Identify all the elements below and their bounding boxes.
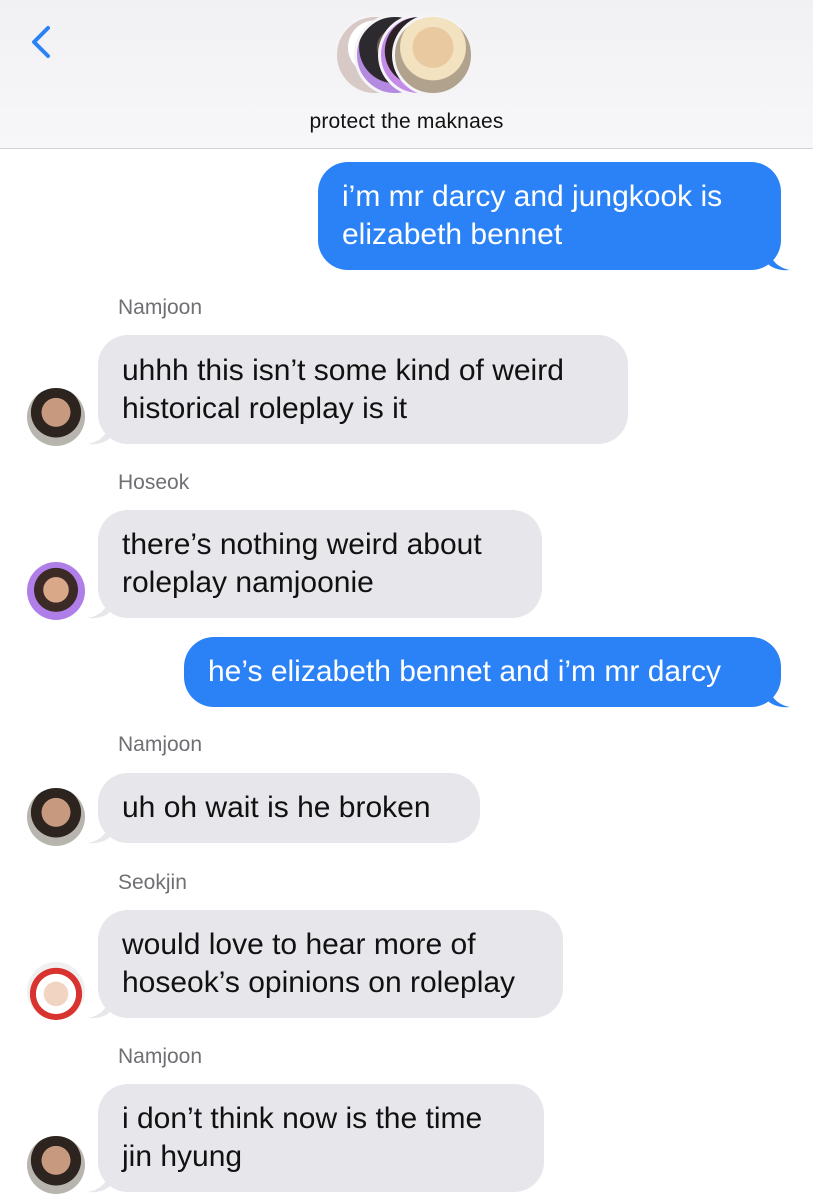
sender-name: Seokjin	[118, 871, 187, 894]
message-bubble-outgoing[interactable]: he’s elizabeth bennet and i’m mr darcy	[184, 637, 781, 707]
avatar-namjoon[interactable]	[27, 388, 85, 446]
bubble-tail	[768, 248, 790, 271]
message-text: elizabeth bennet	[342, 218, 563, 251]
avatar-namjoon[interactable]	[27, 1136, 85, 1194]
group-avatar-stack[interactable]	[334, 14, 480, 98]
message-text: jin hyung	[122, 1140, 243, 1173]
bubble-tail	[88, 596, 110, 619]
bubble-tail	[88, 1170, 110, 1193]
message-text: uh oh wait is he broken	[122, 791, 431, 824]
message-text: hoseok’s opinions on roleplay	[122, 966, 516, 999]
message-bubble-incoming[interactable]: there’s nothing weird about roleplay nam…	[98, 510, 542, 618]
bubble-tail	[88, 422, 110, 445]
message-text: roleplay namjoonie	[122, 566, 374, 599]
chat-header: protect the maknaes	[0, 0, 813, 149]
message-text: i’m mr darcy and jungkook is	[342, 180, 723, 213]
sender-name: Namjoon	[118, 733, 203, 756]
bubble-tail	[88, 996, 110, 1019]
message-bubble-incoming[interactable]: would love to hear more of hoseok’s opin…	[98, 910, 563, 1018]
avatar-namjoon[interactable]	[27, 788, 85, 846]
bubble-tail	[768, 685, 790, 708]
sender-name: Namjoon	[118, 296, 203, 319]
message-text: there’s nothing weird about	[122, 528, 482, 561]
message-bubble-incoming[interactable]: uh oh wait is he broken	[98, 773, 480, 843]
message-text: i don’t think now is the time	[122, 1102, 483, 1135]
message-text: would love to hear more of	[122, 928, 476, 961]
avatar-hoseok[interactable]	[27, 562, 85, 620]
sender-name: Hoseok	[118, 471, 190, 494]
message-bubble-outgoing[interactable]: i’m mr darcy and jungkook is elizabeth b…	[318, 162, 781, 270]
message-text: uhhh this isn’t some kind of weird	[122, 353, 564, 387]
back-chevron-icon[interactable]	[22, 22, 62, 62]
message-text: he’s elizabeth bennet and i’m mr darcy	[208, 655, 722, 688]
message-bubble-incoming[interactable]: i don’t think now is the time jin hyung	[98, 1084, 544, 1192]
group-name[interactable]: protect the maknaes	[0, 110, 813, 134]
group-avatar	[392, 14, 474, 96]
sender-name: Namjoon	[118, 1045, 203, 1068]
avatar-seokjin[interactable]	[27, 962, 85, 1020]
message-text: historical roleplay is it	[122, 391, 408, 425]
message-bubble-incoming[interactable]: uhhh this isn’t some kind of weird histo…	[98, 335, 628, 444]
bubble-tail	[88, 821, 110, 844]
